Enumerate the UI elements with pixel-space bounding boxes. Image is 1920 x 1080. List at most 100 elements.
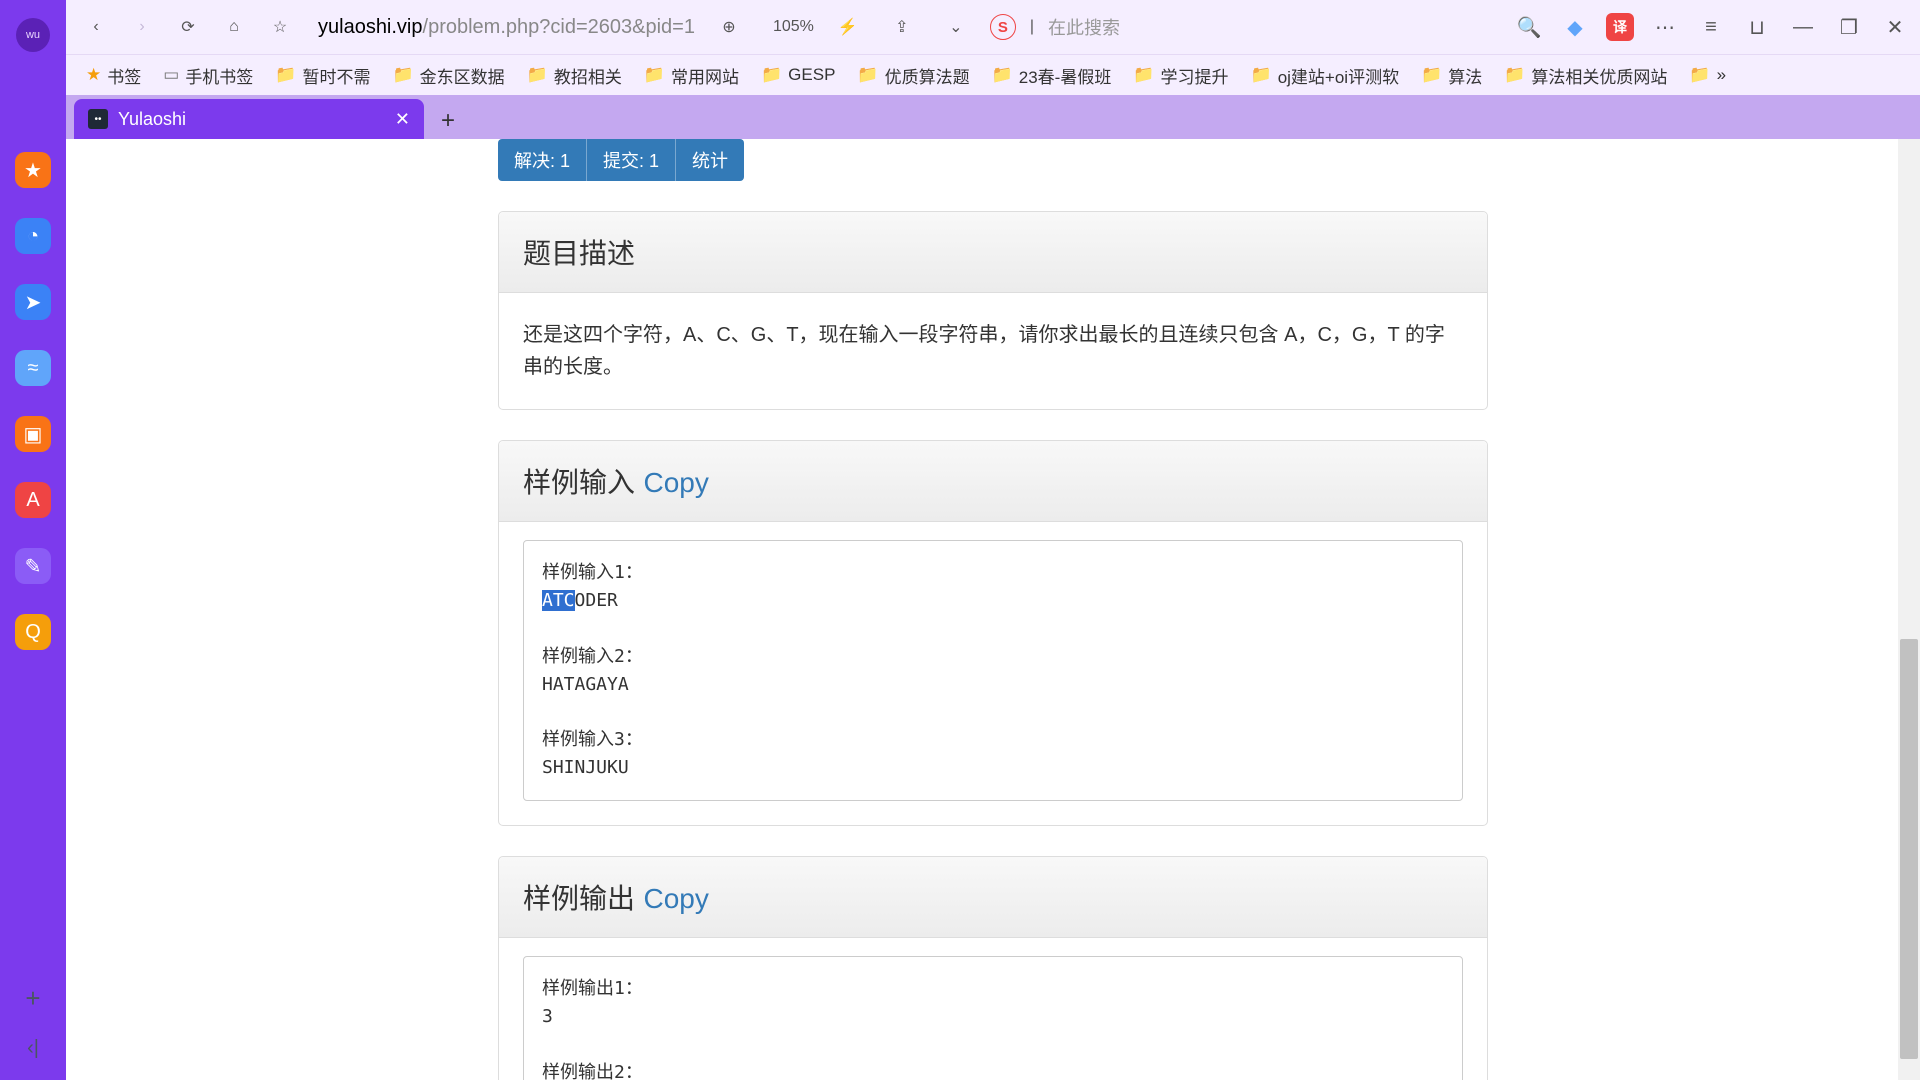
extension-icon[interactable]: ◆ [1560, 12, 1590, 42]
bookmark-item[interactable]: ▭手机书签 [155, 59, 261, 92]
app-sidebar: wu ★ ◔ ➤ ≈ ▣ A ✎ Q + ‹| [0, 0, 66, 1080]
input-title: 样例输入 [523, 467, 635, 498]
dropdown-icon[interactable]: ⌄ [936, 7, 976, 47]
bookmark-label: 暂时不需 [302, 63, 370, 88]
share-icon[interactable]: ➤ [15, 284, 51, 320]
phone-icon: ▭ [163, 65, 179, 85]
search-placeholder: 在此搜索 [1048, 14, 1120, 40]
folder-icon: 📁 [644, 65, 665, 85]
folder-icon: 📁 [1689, 65, 1710, 85]
share-icon[interactable]: ⇪ [882, 7, 922, 47]
folder-icon: 📁 [527, 65, 548, 85]
more-icon[interactable]: ⋯ [1650, 12, 1680, 42]
tab-title: Yulaoshi [118, 109, 186, 130]
search-icon[interactable]: Q [15, 614, 51, 650]
chart-icon[interactable]: ≈ [15, 350, 51, 386]
scrollbar-track[interactable] [1898, 139, 1920, 1080]
bookmarks-overflow[interactable]: 📁» [1681, 61, 1734, 89]
folder-icon: 📁 [1251, 65, 1272, 85]
copy-output-button[interactable]: Copy [643, 883, 708, 914]
bookmark-item[interactable]: 📁 oj建站+oi评测软 [1243, 59, 1408, 92]
tab-active[interactable]: •• Yulaoshi ✕ [74, 99, 424, 139]
folder-icon: 📁 [992, 65, 1013, 85]
page-viewport: 解决: 1 提交: 1 统计 题目描述 还是这四个字符，A、C、G、T，现在输入… [66, 139, 1920, 1080]
bookmark-item[interactable]: 📁 学习提升 [1125, 59, 1236, 92]
sogou-icon[interactable]: S [990, 14, 1016, 40]
minimize-button[interactable]: — [1788, 12, 1818, 42]
bookmark-label: 书签 [107, 63, 141, 88]
problem-stats-pill: 解决: 1 提交: 1 统计 [498, 139, 744, 181]
sidebar-add-button[interactable]: + [15, 980, 51, 1016]
forward-button[interactable]: › [122, 7, 162, 47]
star-icon[interactable]: ★ [15, 152, 51, 188]
zoom-icon[interactable]: ⊕ [709, 7, 749, 47]
bookmark-label: 学习提升 [1161, 63, 1229, 88]
close-window-button[interactable]: ✕ [1880, 12, 1910, 42]
favorite-button[interactable]: ☆ [260, 7, 300, 47]
bookmark-item[interactable]: 📁 教招相关 [519, 59, 630, 92]
browser-chrome: ‹ › ⟳ ⌂ ☆ yulaoshi.vip/problem.php?cid=2… [66, 0, 1920, 139]
bookmark-item[interactable]: 📁 23春-暑假班 [984, 59, 1120, 92]
bookmark-label: 金东区数据 [420, 63, 505, 88]
bookmark-item[interactable]: 📁 常用网站 [636, 59, 747, 92]
bookmark-label: 算法 [1448, 63, 1482, 88]
folder-icon: 📁 [761, 65, 782, 85]
toolbar: ‹ › ⟳ ⌂ ☆ yulaoshi.vip/problem.php?cid=2… [66, 0, 1920, 55]
clock-icon[interactable]: ◔ [15, 218, 51, 254]
edit-icon[interactable]: ✎ [15, 548, 51, 584]
stat-solved[interactable]: 解决: 1 [498, 139, 587, 181]
search-icon[interactable]: 🔍 [1514, 12, 1544, 42]
bookmark-item[interactable]: 📁优质算法题 [849, 59, 977, 92]
address-bar[interactable]: yulaoshi.vip/problem.php?cid=2603&pid=1 … [306, 8, 1508, 46]
maximize-button[interactable]: ❐ [1834, 12, 1864, 42]
translate-icon[interactable]: 译 [1606, 13, 1634, 41]
scrollbar-thumb[interactable] [1900, 639, 1918, 1059]
bookmark-item[interactable]: 📁 算法相关优质网站 [1496, 59, 1675, 92]
bookmark-label: 23春-暑假班 [1019, 63, 1112, 88]
pdf-icon[interactable]: A [15, 482, 51, 518]
tab-favicon: •• [88, 109, 108, 129]
back-button[interactable]: ‹ [76, 7, 116, 47]
bookmark-label: 优质算法题 [885, 63, 970, 88]
selected-text: ATC [542, 590, 575, 611]
panel-description: 题目描述 还是这四个字符，A、C、G、T，现在输入一段字符串，请你求出最长的且连… [498, 211, 1488, 410]
output-title: 样例输出 [523, 883, 635, 914]
bookmark-label: 教招相关 [554, 63, 622, 88]
url-text: yulaoshi.vip/problem.php?cid=2603&pid=1 [318, 16, 695, 39]
folder-icon: 📁 [1504, 65, 1525, 85]
zoom-level: 105% [773, 18, 814, 36]
menu-icon[interactable]: ≡ [1696, 12, 1726, 42]
sample-input-box[interactable]: 样例输入1： ATCODER 样例输入2： HATAGAYA 样例输入3： SH… [523, 540, 1463, 801]
gallery-icon[interactable]: ▣ [15, 416, 51, 452]
bookmark-label: oj建站+oi评测软 [1278, 63, 1399, 88]
bookmark-item[interactable]: 📁 暂时不需 [267, 59, 378, 92]
bookmark-label: 算法相关优质网站 [1531, 63, 1667, 88]
sidebar-collapse-button[interactable]: ‹| [15, 1030, 51, 1066]
sample-output-box[interactable]: 样例输出1： 3 样例输出2： [523, 956, 1463, 1080]
copy-input-button[interactable]: Copy [643, 467, 708, 498]
flash-icon[interactable]: ⚡ [828, 7, 868, 47]
tab-strip: •• Yulaoshi ✕ + [66, 95, 1920, 139]
bookmark-item[interactable]: 📁GESP [753, 61, 843, 89]
desc-title: 题目描述 [523, 238, 635, 269]
folder-icon: 📁 [1421, 65, 1442, 85]
bookmark-item[interactable]: 📁金东区数据 [384, 59, 512, 92]
avatar[interactable]: wu [16, 18, 50, 52]
tab-close-button[interactable]: ✕ [395, 109, 410, 130]
bookmarks-bar: ★书签▭手机书签📁暂时不需📁金东区数据📁教招相关📁常用网站📁GESP📁优质算法题… [66, 55, 1920, 95]
bookmark-item[interactable]: ★ 书签 [78, 59, 149, 92]
home-button[interactable]: ⌂ [214, 7, 254, 47]
bookmark-item[interactable]: 📁 算法 [1413, 59, 1490, 92]
panel-sample-output: 样例输出 Copy 样例输出1： 3 样例输出2： [498, 856, 1488, 1080]
stat-link[interactable]: 统计 [676, 139, 744, 181]
stat-submit[interactable]: 提交: 1 [587, 139, 676, 181]
star-icon: ★ [86, 65, 101, 85]
bookmark-label: 常用网站 [671, 63, 739, 88]
panel-sample-input: 样例输入 Copy 样例输入1： ATCODER 样例输入2： HATAGAYA… [498, 440, 1488, 826]
new-tab-button[interactable]: + [430, 103, 466, 139]
folder-icon: 📁 [1133, 65, 1154, 85]
folder-icon: 📁 [275, 65, 296, 85]
desc-body: 还是这四个字符，A、C、G、T，现在输入一段字符串，请你求出最长的且连续只包含 … [499, 293, 1487, 409]
reload-button[interactable]: ⟳ [168, 7, 208, 47]
shopping-icon[interactable]: ⊔ [1742, 12, 1772, 42]
